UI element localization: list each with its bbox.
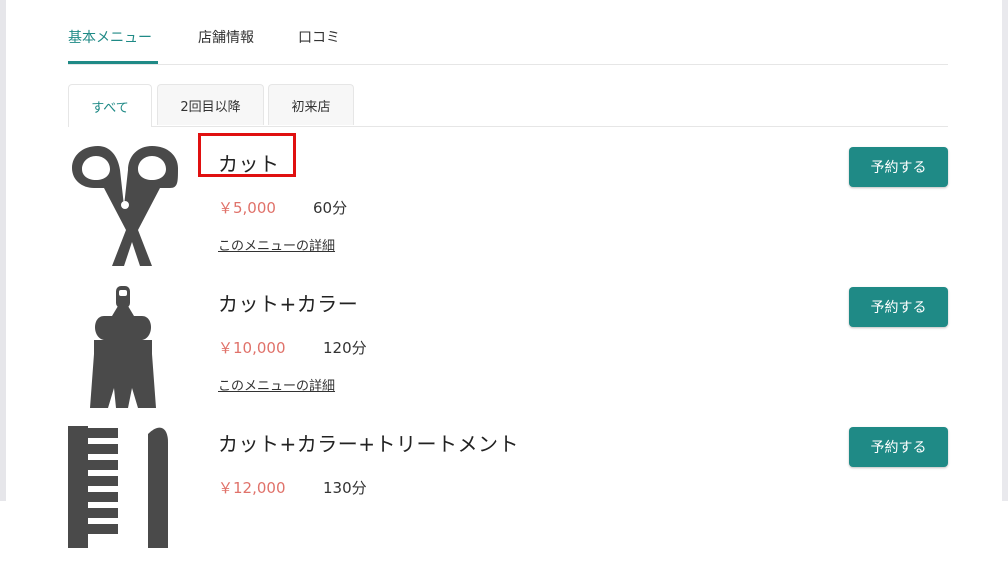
scrollbar-track[interactable] xyxy=(1002,0,1008,501)
menu-name: カット+カラー xyxy=(218,292,359,316)
comb-icon xyxy=(68,426,168,548)
menu-duration: 130分 xyxy=(323,479,367,497)
main-tab-bar: 基本メニュー 店舗情報 口コミ xyxy=(68,0,948,65)
menu-detail-link[interactable]: このメニューの詳細 xyxy=(218,235,335,254)
reserve-button[interactable]: 予約する xyxy=(849,147,948,187)
menu-price: ￥12,000 xyxy=(218,479,286,497)
sub-tab-first-visit[interactable]: 初来店 xyxy=(268,84,354,125)
hair-dye-brush-icon xyxy=(90,286,156,408)
menu-price: ￥10,000 xyxy=(218,339,286,357)
menu-detail-link[interactable]: このメニューの詳細 xyxy=(218,375,335,394)
sub-tab-repeat-visit[interactable]: 2回目以降 xyxy=(157,84,264,125)
tab-basic-menu[interactable]: 基本メニュー xyxy=(68,27,158,64)
menu-item-cut-color: カット+カラー ￥10,000 120分 このメニューの詳細 予約する xyxy=(68,282,948,422)
left-border xyxy=(0,0,6,501)
highlight-annotation-box xyxy=(198,133,296,177)
tab-store-info[interactable]: 店舗情報 xyxy=(198,27,254,47)
tab-reviews[interactable]: 口コミ xyxy=(298,27,340,47)
menu-duration: 60分 xyxy=(313,199,348,217)
menu-name: カット+カラー+トリートメント xyxy=(218,432,520,456)
sub-tab-all[interactable]: すべて xyxy=(68,84,152,127)
scissors-icon xyxy=(72,146,178,266)
reserve-button[interactable]: 予約する xyxy=(849,427,948,467)
menu-price: ￥5,000 xyxy=(218,199,276,217)
menu-item-cut-color-treatment: カット+カラー+トリートメント ￥12,000 130分 予約する xyxy=(68,422,948,562)
sub-tab-bar: すべて 2回目以降 初来店 xyxy=(68,84,948,127)
reserve-button[interactable]: 予約する xyxy=(849,287,948,327)
menu-duration: 120分 xyxy=(323,339,367,357)
